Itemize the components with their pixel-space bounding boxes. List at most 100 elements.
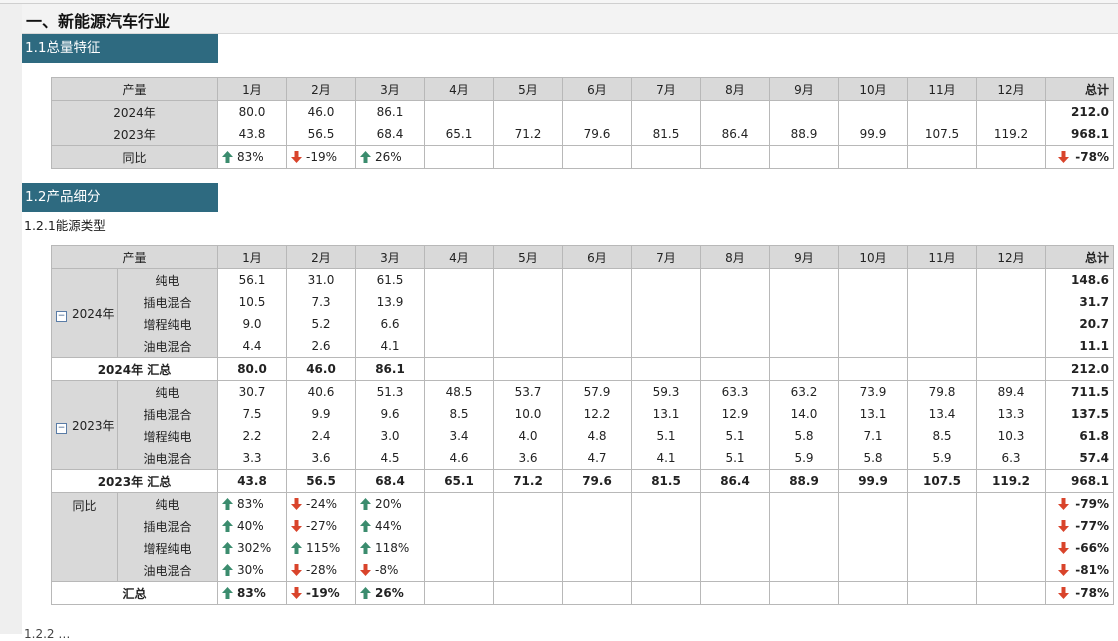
table-cell [769, 268, 839, 291]
table-cell: 13.4 [907, 403, 977, 425]
table-cell: 6.6 [355, 313, 425, 335]
table-cell: 4.1 [631, 447, 701, 470]
table-cell: 48.5 [424, 380, 494, 403]
yoy-value: -81% [1075, 563, 1109, 577]
yoy-cell [631, 492, 701, 515]
table-cell: 8.5 [907, 425, 977, 447]
yoy-total: -77% [1045, 515, 1114, 537]
table-cell: 5.2 [286, 313, 356, 335]
arrow-up-icon [222, 520, 233, 532]
table-cell: 43.8 [217, 123, 287, 146]
table-cell: 2.6 [286, 335, 356, 358]
summary-label: 2024年 汇总 [51, 357, 218, 381]
yoy-cell [424, 537, 494, 559]
energy-type-label: 增程纯电 [117, 313, 218, 335]
yoy-cell [631, 559, 701, 582]
collapse-minus-icon[interactable]: − [56, 310, 67, 322]
header-row: 产量 1月 2月 3月 4月 5月 6月 7月 8月 9月 10月 11月 12月 总计 [51, 77, 1114, 101]
arrow-down-icon [1058, 564, 1070, 576]
yoy-cell [976, 537, 1046, 559]
yoy-cell [700, 559, 770, 582]
yoy-cell: 26% [355, 145, 425, 169]
yoy-cell: -24% [286, 492, 356, 515]
yoy-cell [976, 559, 1046, 582]
table-cell: 4.5 [355, 447, 425, 470]
energy-type-label: 插电混合 [117, 403, 218, 425]
yoy-cell: -19% [286, 581, 356, 605]
table-cell [493, 100, 563, 123]
summary-row: 2023年 汇总 43.8 56.5 68.4 65.1 71.2 79.6 81.5 86.4… [51, 469, 1114, 493]
table-cell [700, 100, 770, 123]
table-cell: 79.6 [562, 123, 632, 146]
yoy-value: -79% [1075, 497, 1109, 511]
table-cell: 5.8 [769, 425, 839, 447]
column-header: 7月 [631, 245, 701, 269]
table-cell: 56.5 [286, 123, 356, 146]
yoy-value: -24% [306, 497, 338, 511]
summary-cell [424, 357, 494, 381]
summary-cell [493, 357, 563, 381]
table-cell: 40.6 [286, 380, 356, 403]
arrow-down-icon [291, 564, 302, 576]
year-group-label[interactable]: −2024年 [51, 268, 118, 358]
yoy-total: -79% [1045, 492, 1114, 515]
summary-cell [562, 357, 632, 381]
arrow-up-icon [222, 542, 233, 554]
table-cell [493, 335, 563, 358]
yoy-cell [769, 559, 839, 582]
table-cell: 31.0 [286, 268, 356, 291]
table-cell: 5.1 [631, 425, 701, 447]
table-cell: 3.0 [355, 425, 425, 447]
summary-cell [838, 357, 908, 381]
table-cell: 3.4 [424, 425, 494, 447]
table-cell: 9.0 [217, 313, 287, 335]
arrow-down-icon [1058, 520, 1070, 532]
table-cell: 7.3 [286, 291, 356, 313]
row-total: 57.4 [1045, 447, 1114, 470]
yoy-cell: 20% [355, 492, 425, 515]
table-cell [976, 335, 1046, 358]
table-cell [769, 100, 839, 123]
column-header: 9月 [769, 245, 839, 269]
summary-cell [631, 357, 701, 381]
energy-type-label: 油电混合 [117, 559, 218, 582]
yoy-cell: 30% [217, 559, 287, 582]
table-cell: 7.5 [217, 403, 287, 425]
table-cell: 4.6 [424, 447, 494, 470]
yoy-cell [631, 581, 701, 605]
arrow-down-icon [1058, 542, 1070, 554]
table-cell [424, 335, 494, 358]
table-cell [769, 335, 839, 358]
row-header-strip [0, 0, 22, 634]
arrow-up-icon [222, 564, 233, 576]
yoy-value: 30% [237, 563, 264, 577]
yoy-cell: 44% [355, 515, 425, 537]
table-cell [907, 268, 977, 291]
table-cell: 14.0 [769, 403, 839, 425]
summary-cell: 68.4 [355, 469, 425, 493]
yoy-cell: -8% [355, 559, 425, 582]
collapse-minus-icon[interactable]: − [56, 422, 67, 434]
table-row: 油电混合 3.3 3.6 4.5 4.6 3.6 4.7 4.1 5.1 5.9 5.8 5.9 6.3… [52, 447, 1114, 470]
yoy-cell [424, 581, 494, 605]
yoy-group-label: 同比 [51, 492, 118, 582]
page-title-bar: 一、新能源汽车行业 [22, 4, 1118, 34]
yoy-cell: -19% [286, 145, 356, 169]
table-cell [700, 291, 770, 313]
arrow-up-icon [222, 587, 233, 599]
row-total: 20.7 [1045, 313, 1114, 335]
table-cell: 46.0 [286, 100, 356, 123]
yoy-cell [424, 559, 494, 582]
summary-cell: 71.2 [493, 469, 563, 493]
page-title: 一、新能源汽车行业 [26, 12, 171, 31]
table-cell [838, 100, 908, 123]
table-cell: 63.2 [769, 380, 839, 403]
arrow-up-icon [360, 151, 371, 163]
table-cell [976, 268, 1046, 291]
row-total: 212.0 [1045, 100, 1114, 123]
column-header: 12月 [976, 77, 1046, 101]
yoy-cell: 40% [217, 515, 287, 537]
yoy-total: -66% [1045, 537, 1114, 559]
table-cell: 107.5 [907, 123, 977, 146]
year-group-label[interactable]: −2023年 [51, 380, 118, 470]
